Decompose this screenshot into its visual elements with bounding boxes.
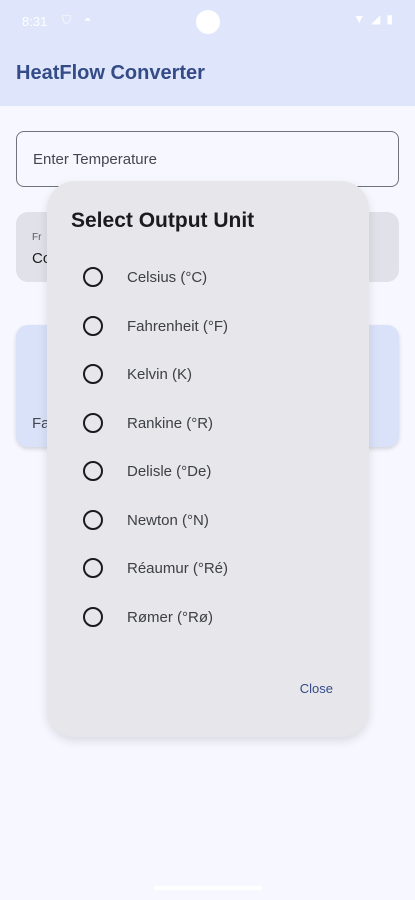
option-reaumur[interactable]: Réaumur (°Ré) — [83, 548, 333, 588]
radio-button[interactable] — [83, 607, 103, 627]
option-label: Rømer (°Rø) — [127, 608, 213, 626]
option-celsius[interactable]: Celsius (°C) — [83, 257, 333, 297]
dialog-title: Select Output Unit — [71, 209, 255, 232]
option-delisle[interactable]: Delisle (°De) — [83, 451, 333, 491]
option-label: Réaumur (°Ré) — [127, 559, 229, 577]
radio-button[interactable] — [83, 461, 103, 481]
option-rankine[interactable]: Rankine (°R) — [83, 403, 333, 443]
option-label: Delisle (°De) — [127, 462, 212, 480]
radio-button[interactable] — [83, 316, 103, 336]
radio-button[interactable] — [83, 413, 103, 433]
radio-button[interactable] — [83, 267, 103, 287]
option-fahrenheit[interactable]: Fahrenheit (°F) — [83, 306, 333, 346]
gesture-nav-handle[interactable] — [154, 886, 262, 890]
option-newton[interactable]: Newton (°N) — [83, 500, 333, 540]
radio-button[interactable] — [83, 364, 103, 384]
option-label: Newton (°N) — [127, 511, 209, 529]
option-kelvin[interactable]: Kelvin (K) — [83, 354, 333, 394]
option-label: Rankine (°R) — [127, 414, 214, 432]
option-label: Fahrenheit (°F) — [127, 317, 229, 335]
select-output-unit-dialog: Select Output Unit Celsius (°C) Fahrenhe… — [47, 181, 369, 737]
option-romer[interactable]: Rømer (°Rø) — [83, 597, 333, 637]
radio-button[interactable] — [83, 510, 103, 530]
option-label: Kelvin (K) — [127, 365, 193, 383]
radio-button[interactable] — [83, 558, 103, 578]
close-button[interactable]: Close — [300, 681, 333, 696]
option-label: Celsius (°C) — [127, 268, 208, 286]
